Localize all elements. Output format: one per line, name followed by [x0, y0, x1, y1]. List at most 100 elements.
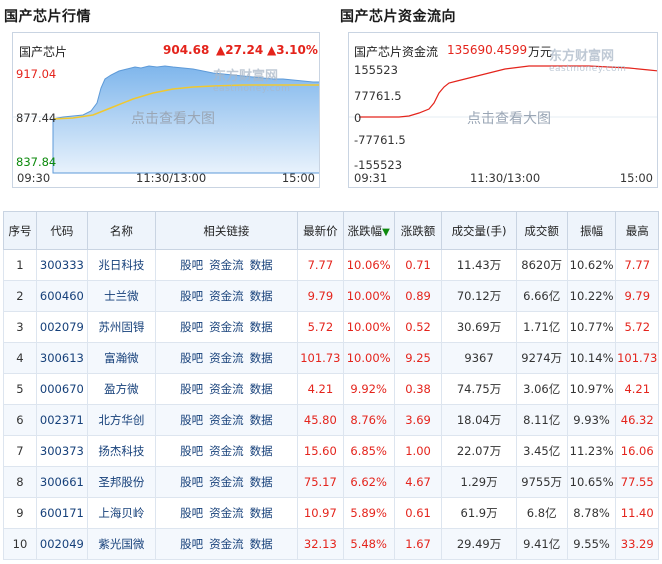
cell-volume: 30.69万: [441, 311, 517, 343]
table-row: 3 002079 苏州固锝 股吧 资金流 数据 5.72 10.00% 0.52 30.69万 1.…: [3, 311, 659, 343]
col-header-amount[interactable]: 成交额: [515, 211, 568, 250]
data-link[interactable]: 数据: [250, 258, 273, 272]
data-link[interactable]: 数据: [250, 413, 273, 427]
col-header-price[interactable]: 最新价: [297, 211, 344, 250]
index-x-mid: 11:30/13:00: [136, 171, 207, 185]
cell-name-link[interactable]: 士兰微: [86, 280, 156, 312]
cell-price: 101.73: [297, 342, 344, 374]
fund-flow-link[interactable]: 资金流: [209, 351, 244, 365]
sort-desc-icon[interactable]: ▼: [382, 227, 390, 238]
fund-flow-chart[interactable]: 国产芯片资金流 135690.4599 万元 155523 77761.5 0 …: [348, 32, 658, 188]
cell-code-link[interactable]: 300333: [35, 249, 88, 281]
fund-flow-link[interactable]: 资金流: [209, 475, 244, 489]
guba-link[interactable]: 股吧: [180, 444, 203, 458]
cell-amount: 6.66亿: [515, 280, 568, 312]
fund-flow-name: 国产芯片资金流: [354, 45, 439, 59]
col-header-code[interactable]: 代码: [35, 211, 88, 250]
guba-link[interactable]: 股吧: [180, 258, 203, 272]
index-intraday-chart[interactable]: 国产芯片 904.68 ▲27.24 ▲3.10% 917.04 877.44 …: [12, 32, 320, 188]
data-link[interactable]: 数据: [250, 537, 273, 551]
fund-flow-link[interactable]: 资金流: [209, 320, 244, 334]
cell-code-link[interactable]: 300613: [35, 342, 88, 374]
data-link[interactable]: 数据: [250, 475, 273, 489]
cell-name-link[interactable]: 紫光国微: [86, 528, 156, 560]
fund-flow-link[interactable]: 资金流: [209, 444, 244, 458]
fund-flow-link[interactable]: 资金流: [209, 258, 244, 272]
cell-pct-change: 6.85%: [342, 435, 395, 467]
cell-code-link[interactable]: 000670: [35, 373, 88, 405]
cell-name-link[interactable]: 北方华创: [86, 404, 156, 436]
fund-flow-view-large-link[interactable]: 点击查看大图: [467, 108, 551, 128]
index-price: 904.68: [163, 43, 210, 57]
cell-name-link[interactable]: 兆日科技: [86, 249, 156, 281]
col-header-volume[interactable]: 成交量(手): [441, 211, 517, 250]
guba-link[interactable]: 股吧: [180, 382, 203, 396]
col-header-change[interactable]: 涨跌额: [393, 211, 443, 250]
index-view-large-link[interactable]: 点击查看大图: [131, 108, 215, 128]
guba-link[interactable]: 股吧: [180, 320, 203, 334]
table-row: 9 600171 上海贝岭 股吧 资金流 数据 10.97 5.89% 0.61 61.9万 6.8…: [3, 497, 659, 529]
cell-name-link[interactable]: 扬杰科技: [86, 435, 156, 467]
fund-flow-link[interactable]: 资金流: [209, 413, 244, 427]
guba-link[interactable]: 股吧: [180, 506, 203, 520]
col-header-amplitude[interactable]: 振幅: [566, 211, 617, 250]
cell-name-link[interactable]: 富瀚微: [86, 342, 156, 374]
cell-code-link[interactable]: 600460: [35, 280, 88, 312]
data-link[interactable]: 数据: [250, 289, 273, 303]
watermark-text: 东方财富网: [213, 69, 279, 84]
cell-name-link[interactable]: 上海贝岭: [86, 497, 156, 529]
fund-flow-link[interactable]: 资金流: [209, 506, 244, 520]
data-link[interactable]: 数据: [250, 506, 273, 520]
guba-link[interactable]: 股吧: [180, 289, 203, 303]
cell-links: 股吧 资金流 数据: [154, 280, 299, 312]
fund-flow-value: 135690.4599: [447, 43, 528, 57]
fund-flow-link[interactable]: 资金流: [209, 537, 244, 551]
cell-index: 1: [3, 249, 37, 281]
col-header-links: 相关链接: [154, 211, 299, 250]
cell-index: 4: [3, 342, 37, 374]
cell-pct-change: 10.00%: [342, 280, 395, 312]
cell-name-link[interactable]: 盈方微: [86, 373, 156, 405]
cell-pct-change: 10.06%: [342, 249, 395, 281]
cell-change: 0.38: [393, 373, 443, 405]
cell-high: 46.32: [615, 404, 659, 436]
cell-name-link[interactable]: 苏州固锝: [86, 311, 156, 343]
guba-link[interactable]: 股吧: [180, 537, 203, 551]
cell-name-link[interactable]: 圣邦股份: [86, 466, 156, 498]
cell-code-link[interactable]: 002079: [35, 311, 88, 343]
table-row: 10 002049 紫光国微 股吧 资金流 数据 32.13 5.48% 1.67 29.49万 9…: [3, 528, 659, 560]
cell-code-link[interactable]: 600171: [35, 497, 88, 529]
cell-change: 0.71: [393, 249, 443, 281]
cell-high: 33.29: [615, 528, 659, 560]
col-header-pct-change[interactable]: 涨跌幅▼: [342, 211, 395, 250]
data-link[interactable]: 数据: [250, 351, 273, 365]
cell-pct-change: 5.48%: [342, 528, 395, 560]
cell-change: 0.89: [393, 280, 443, 312]
cell-amplitude: 10.22%: [566, 280, 617, 312]
fund-flow-link[interactable]: 资金流: [209, 382, 244, 396]
col-header-high[interactable]: 最高: [615, 211, 659, 250]
cell-links: 股吧 资金流 数据: [154, 435, 299, 467]
cell-index: 9: [3, 497, 37, 529]
data-link[interactable]: 数据: [250, 444, 273, 458]
guba-link[interactable]: 股吧: [180, 351, 203, 365]
guba-link[interactable]: 股吧: [180, 475, 203, 489]
fund-flow-link[interactable]: 资金流: [209, 289, 244, 303]
cell-code-link[interactable]: 300373: [35, 435, 88, 467]
cell-index: 7: [3, 435, 37, 467]
cell-links: 股吧 资金流 数据: [154, 528, 299, 560]
guba-link[interactable]: 股吧: [180, 413, 203, 427]
cell-code-link[interactable]: 002371: [35, 404, 88, 436]
cell-volume: 11.43万: [441, 249, 517, 281]
cell-code-link[interactable]: 300661: [35, 466, 88, 498]
cell-volume: 74.75万: [441, 373, 517, 405]
watermark-subtext: eastmoney.com: [549, 64, 627, 74]
cell-index: 6: [3, 404, 37, 436]
cell-code-link[interactable]: 002049: [35, 528, 88, 560]
data-link[interactable]: 数据: [250, 382, 273, 396]
cell-amount: 3.06亿: [515, 373, 568, 405]
fund-flow-x-start: 09:31: [354, 171, 388, 185]
fund-flow-y2: 77761.5: [354, 89, 402, 103]
data-link[interactable]: 数据: [250, 320, 273, 334]
table-row: 8 300661 圣邦股份 股吧 资金流 数据 75.17 6.62% 4.67 1.29万 975…: [3, 466, 659, 498]
